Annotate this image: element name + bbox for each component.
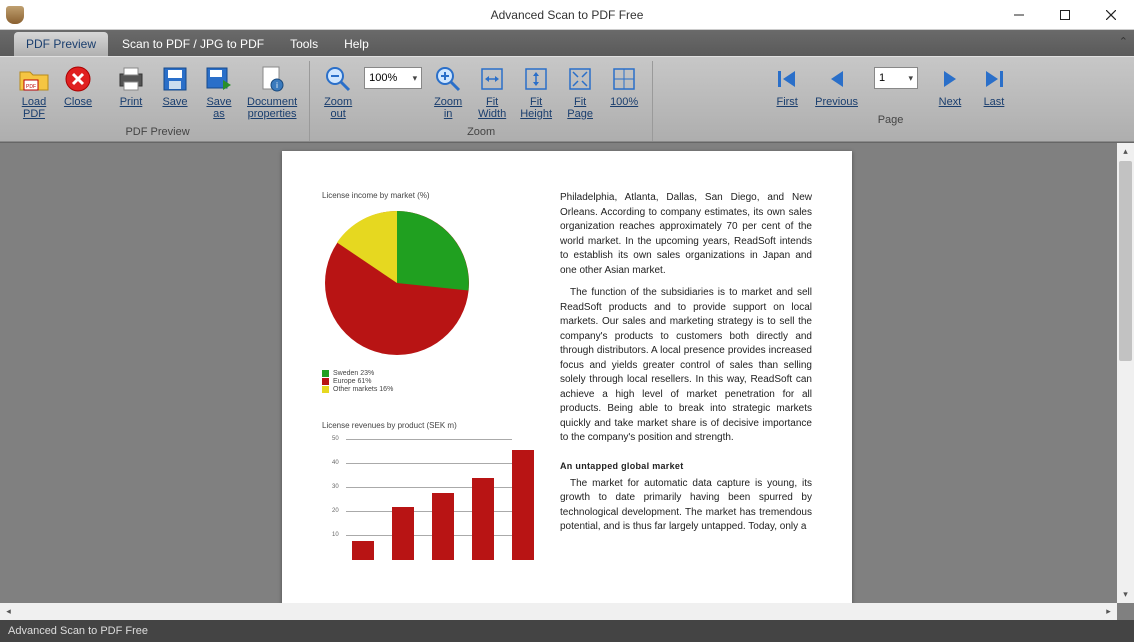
- tab-bar: PDF Preview Scan to PDF / JPG to PDF Too…: [0, 30, 1134, 56]
- document-viewer: License income by market (%) Sweden 23% …: [0, 142, 1134, 620]
- group-pdf-preview: PDF Load PDF Close Print: [6, 61, 310, 141]
- group-label: Zoom: [467, 122, 495, 141]
- document-info-icon: i: [256, 63, 288, 95]
- close-window-button[interactable]: [1088, 0, 1134, 30]
- group-label: PDF Preview: [125, 122, 189, 141]
- fit-height-icon: [520, 63, 552, 95]
- save-as-button[interactable]: Save as: [197, 61, 241, 122]
- next-page-button[interactable]: Next: [928, 61, 972, 110]
- zoom-100-icon: [608, 63, 640, 95]
- doc-properties-button[interactable]: i Document properties: [241, 61, 303, 122]
- tab-help[interactable]: Help: [332, 32, 381, 56]
- fit-page-button[interactable]: Fit Page: [558, 61, 602, 122]
- subheading: An untapped global market: [560, 460, 812, 473]
- pie-chart: [322, 208, 472, 358]
- close-button[interactable]: Close: [56, 61, 100, 110]
- scrollbar-thumb[interactable]: [1119, 161, 1132, 361]
- pie-legend: Sweden 23% Europe 61% Other markets 16%: [322, 370, 532, 393]
- zoom-select[interactable]: 100%: [364, 67, 422, 89]
- floppy-arrow-icon: [203, 63, 235, 95]
- scroll-up-icon[interactable]: ▴: [1117, 143, 1134, 160]
- group-page: First Previous 1 Next Last: [653, 61, 1128, 141]
- pie-chart-title: License income by market (%): [322, 191, 532, 200]
- fit-width-icon: [476, 63, 508, 95]
- app-icon: [6, 6, 24, 24]
- bar-chart-title: License revenues by product (SEK m): [322, 421, 532, 430]
- zoom-in-icon: [432, 63, 464, 95]
- tab-pdf-preview[interactable]: PDF Preview: [14, 32, 108, 56]
- titlebar: Advanced Scan to PDF Free: [0, 0, 1134, 30]
- zoom-in-button[interactable]: Zoom in: [426, 61, 470, 122]
- previous-page-button[interactable]: Previous: [809, 61, 864, 110]
- horizontal-scrollbar[interactable]: ◂ ▸: [0, 603, 1117, 620]
- scroll-right-icon[interactable]: ▸: [1100, 603, 1117, 620]
- collapse-ribbon-icon[interactable]: ⌃: [1119, 35, 1128, 48]
- pdf-page: License income by market (%) Sweden 23% …: [282, 151, 852, 620]
- fit-height-button[interactable]: Fit Height: [514, 61, 558, 122]
- status-text: Advanced Scan to PDF Free: [8, 625, 148, 637]
- body-text: The function of the subsidiaries is to m…: [560, 286, 812, 446]
- scroll-down-icon[interactable]: ▾: [1117, 586, 1134, 603]
- svg-text:i: i: [276, 81, 278, 90]
- group-label: Page: [878, 110, 904, 129]
- group-zoom: Zoom out 100% Zoom in Fit Width Fit Heig…: [310, 61, 653, 141]
- window-title: Advanced Scan to PDF Free: [491, 8, 644, 22]
- status-bar: Advanced Scan to PDF Free: [0, 620, 1134, 642]
- zoom-100-button[interactable]: 100%: [602, 61, 646, 110]
- zoom-out-icon: [322, 63, 354, 95]
- last-icon: [978, 63, 1010, 95]
- fit-width-button[interactable]: Fit Width: [470, 61, 514, 122]
- first-page-button[interactable]: First: [765, 61, 809, 110]
- load-pdf-button[interactable]: PDF Load PDF: [12, 61, 56, 122]
- tab-scan-to-pdf[interactable]: Scan to PDF / JPG to PDF: [110, 32, 276, 56]
- fit-page-icon: [564, 63, 596, 95]
- print-button[interactable]: Print: [109, 61, 153, 110]
- maximize-button[interactable]: [1042, 0, 1088, 30]
- svg-text:PDF: PDF: [26, 84, 36, 90]
- tab-tools[interactable]: Tools: [278, 32, 330, 56]
- scroll-left-icon[interactable]: ◂: [0, 603, 17, 620]
- next-icon: [934, 63, 966, 95]
- first-icon: [771, 63, 803, 95]
- last-page-button[interactable]: Last: [972, 61, 1016, 110]
- close-icon: [62, 63, 94, 95]
- previous-icon: [821, 63, 853, 95]
- save-button[interactable]: Save: [153, 61, 197, 110]
- floppy-icon: [159, 63, 191, 95]
- page-select[interactable]: 1: [874, 67, 918, 89]
- vertical-scrollbar[interactable]: ▴ ▾: [1117, 143, 1134, 603]
- minimize-button[interactable]: [996, 0, 1042, 30]
- ribbon: PDF Load PDF Close Print: [0, 56, 1134, 142]
- folder-open-icon: PDF: [18, 63, 50, 95]
- zoom-out-button[interactable]: Zoom out: [316, 61, 360, 122]
- printer-icon: [115, 63, 147, 95]
- body-text: Philadelphia, Atlanta, Dallas, San Diego…: [560, 191, 812, 278]
- body-text: The market for automatic data capture is…: [560, 477, 812, 535]
- bar-chart: 50 40 30 20 10: [332, 440, 512, 560]
